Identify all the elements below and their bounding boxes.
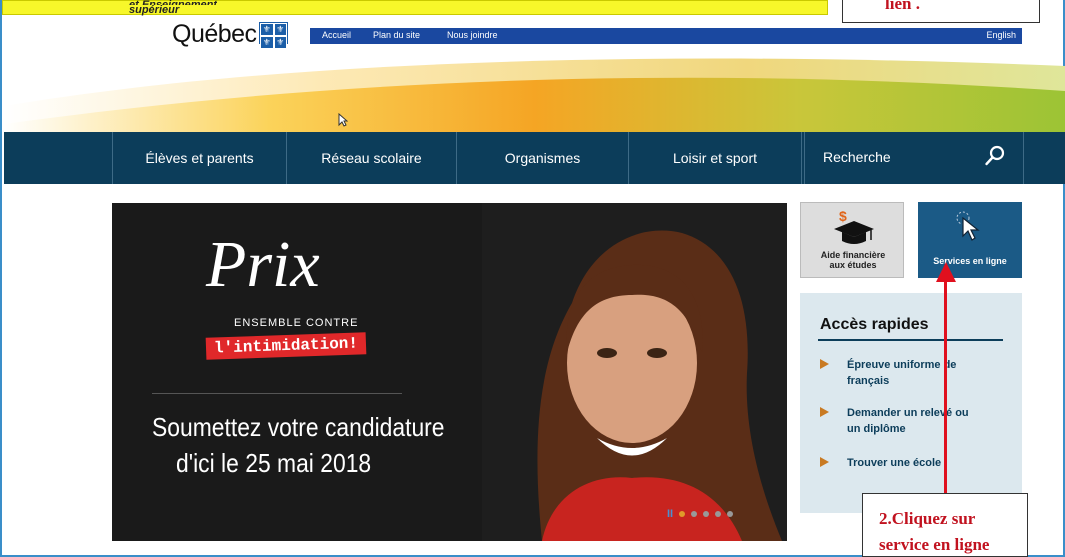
- quebec-flag-icon: ⚜ ⚜ ⚜ ⚜: [259, 22, 288, 49]
- hero-line-1: Soumettez votre candidature: [152, 412, 445, 442]
- annotation-arrow-shaft: [944, 278, 947, 494]
- link-plan-du-site[interactable]: Plan du site: [373, 30, 420, 40]
- quick-access-title: Accès rapides: [820, 316, 929, 333]
- tile-services-en-ligne[interactable]: Services en ligne: [918, 202, 1022, 278]
- hero-title-prix: Prix: [206, 228, 320, 301]
- link-nous-joindre[interactable]: Nous joindre: [447, 30, 498, 40]
- hero-banner[interactable]: Prix ENSEMBLE CONTRE l'intimidation! Sou…: [112, 203, 787, 541]
- hero-line-2: d'ici le 25 mai 2018: [176, 448, 372, 478]
- portrait-image: [482, 203, 787, 541]
- quick-access-divider: [818, 339, 1003, 341]
- carousel-pause-button[interactable]: II: [667, 508, 673, 520]
- search-icon[interactable]: [984, 145, 1006, 167]
- link-accueil[interactable]: Accueil: [322, 30, 351, 40]
- quick-access-panel: Accès rapides Épreuve uniforme de françai…: [800, 293, 1022, 513]
- svg-text:$: $: [839, 208, 847, 224]
- annotation-arrow-head-icon: [936, 262, 956, 282]
- search-box[interactable]: Recherche: [804, 132, 1024, 184]
- carousel-dot[interactable]: [727, 511, 734, 517]
- hero-ensemble-contre: ENSEMBLE CONTRE: [234, 317, 359, 329]
- tile-aide-label: Aide financière aux études: [820, 250, 886, 270]
- arrow-bullet-icon: [820, 457, 829, 467]
- graduation-cap-icon: $: [834, 208, 874, 244]
- hero-divider: [152, 393, 402, 394]
- arrow-bullet-icon: [820, 407, 829, 417]
- pointer-click-icon: [956, 211, 980, 241]
- hero-intimidation-badge: l'intimidation!: [205, 332, 367, 360]
- nav-eleves-parents[interactable]: Élèves et parents: [112, 132, 287, 184]
- carousel-controls: II: [667, 508, 734, 520]
- annotation-top-right: lien .: [842, 0, 1040, 23]
- nav-loisir-sport[interactable]: Loisir et sport: [629, 132, 802, 184]
- annotation-bottom-right: 2.Cliquez sur service en ligne: [862, 493, 1028, 557]
- ministry-name: et Enseignement supérieur: [129, 0, 217, 16]
- tile-aide-financiere[interactable]: $ Aide financière aux études: [800, 202, 904, 278]
- nav-organismes[interactable]: Organismes: [457, 132, 629, 184]
- yellow-annotation-banner: [2, 0, 828, 15]
- mouse-cursor-icon: [338, 113, 348, 127]
- header-swoosh: [4, 58, 1065, 132]
- nav-reseau-scolaire[interactable]: Réseau scolaire: [287, 132, 457, 184]
- utility-bar: Accueil Plan du site Nous joindre Englis…: [310, 28, 1022, 44]
- link-english[interactable]: English: [986, 30, 1016, 40]
- carousel-dot[interactable]: [679, 511, 686, 517]
- search-label: Recherche: [823, 149, 891, 165]
- main-navigation: Élèves et parents Réseau scolaire Organi…: [4, 132, 1065, 184]
- carousel-dot[interactable]: [691, 511, 698, 517]
- quebec-logo-text[interactable]: Québec: [172, 20, 257, 49]
- arrow-bullet-icon: [820, 359, 829, 369]
- carousel-dot[interactable]: [715, 511, 722, 517]
- carousel-dot[interactable]: [703, 511, 710, 517]
- tile-services-label: Services en ligne: [933, 256, 1007, 266]
